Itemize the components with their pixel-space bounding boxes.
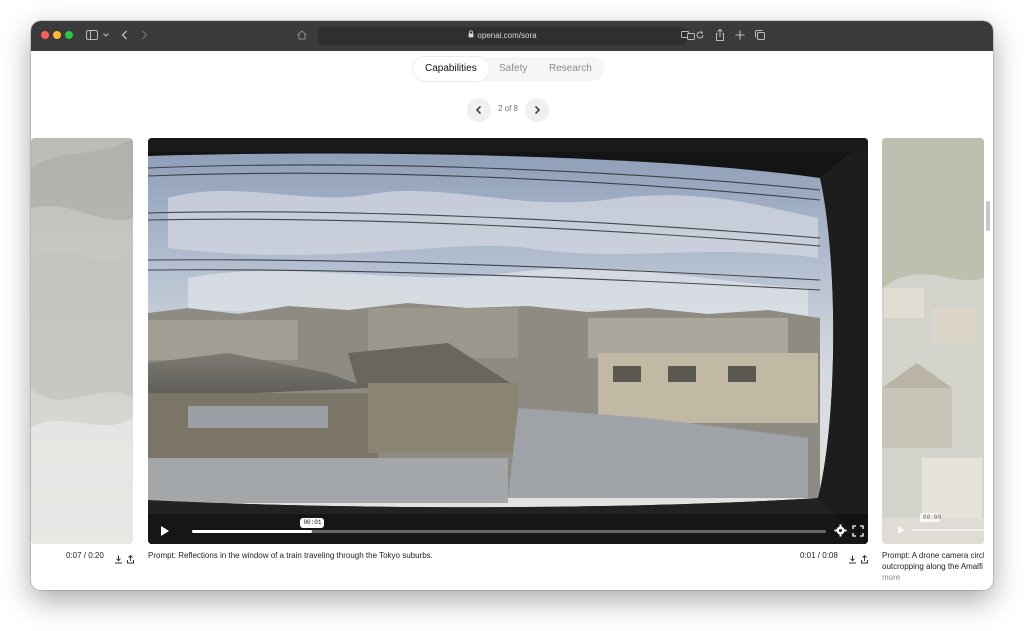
reload-icon[interactable] (695, 27, 705, 43)
next-video-prompt: Prompt: A drone camera circle outcroppin… (882, 550, 984, 583)
lock-icon (468, 27, 474, 45)
back-icon[interactable] (120, 27, 130, 43)
url-text: openai.com/sora (477, 31, 537, 41)
zoom-window-button[interactable] (65, 31, 73, 39)
video-time: 0:01 / 0:08 (800, 551, 838, 560)
browser-window: openai.com/sora Capabilities Safety Rese… (31, 21, 993, 590)
settings-button[interactable] (834, 524, 847, 537)
play-icon (161, 526, 169, 536)
video-prompt: Prompt: Reflections in the window of a t… (148, 551, 433, 560)
share-icon[interactable] (860, 551, 869, 564)
home-icon[interactable] (296, 27, 308, 43)
sidebar-icon[interactable] (86, 27, 100, 43)
scrubber-progress (192, 530, 313, 533)
minimize-window-button[interactable] (53, 31, 61, 39)
next-video-scrub-time: 00:00 (923, 514, 942, 521)
next-video-prompt-line2: outcropping along the Amalfi (882, 562, 983, 571)
next-video-thumbnail[interactable]: 00:00 (882, 138, 984, 544)
next-button[interactable] (525, 98, 549, 122)
fullscreen-icon (852, 525, 864, 537)
main-video-player[interactable] (148, 138, 868, 544)
previous-video-time: 0:07 / 0:20 (66, 551, 104, 560)
next-video-prompt-line1: Prompt: A drone camera circle (882, 551, 984, 560)
download-icon[interactable] (114, 551, 123, 564)
fullscreen-button[interactable] (852, 524, 864, 537)
scrub-time-tooltip: 00:01 (300, 518, 325, 528)
tab-research[interactable]: Research (549, 57, 592, 81)
close-window-button[interactable] (41, 31, 49, 39)
new-tab-icon[interactable] (734, 27, 746, 43)
scrollbar-thumb[interactable] (986, 201, 990, 231)
section-tabs: Capabilities Safety Research (412, 57, 604, 81)
tab-overview-icon[interactable] (754, 27, 766, 43)
page-content: Capabilities Safety Research 2 of 8 00:0… (31, 51, 993, 590)
tab-safety[interactable]: Safety (499, 57, 527, 81)
previous-video-frame (31, 138, 133, 544)
carousel-counter: 2 of 8 (497, 104, 518, 113)
chevron-left-icon (475, 105, 482, 115)
gear-icon (834, 524, 847, 537)
download-icon[interactable] (848, 551, 857, 564)
previous-video-thumbnail[interactable] (31, 138, 133, 544)
scrubber-track[interactable]: 00:01 (192, 518, 826, 533)
video-frame (148, 138, 868, 544)
chevron-right-icon (534, 105, 541, 115)
browser-toolbar: openai.com/sora (31, 21, 993, 52)
address-bar[interactable]: openai.com/sora (318, 27, 687, 45)
share-icon[interactable] (126, 551, 135, 564)
translate-icon[interactable] (681, 27, 695, 43)
chevron-down-icon[interactable] (102, 27, 110, 43)
tab-capabilities[interactable]: Capabilities (413, 57, 489, 81)
play-button[interactable] (154, 522, 174, 540)
previous-button[interactable] (467, 98, 491, 122)
more-link[interactable]: more (882, 572, 984, 583)
next-video-frame (882, 138, 984, 544)
forward-icon[interactable] (139, 27, 149, 43)
share-icon[interactable] (714, 27, 726, 43)
